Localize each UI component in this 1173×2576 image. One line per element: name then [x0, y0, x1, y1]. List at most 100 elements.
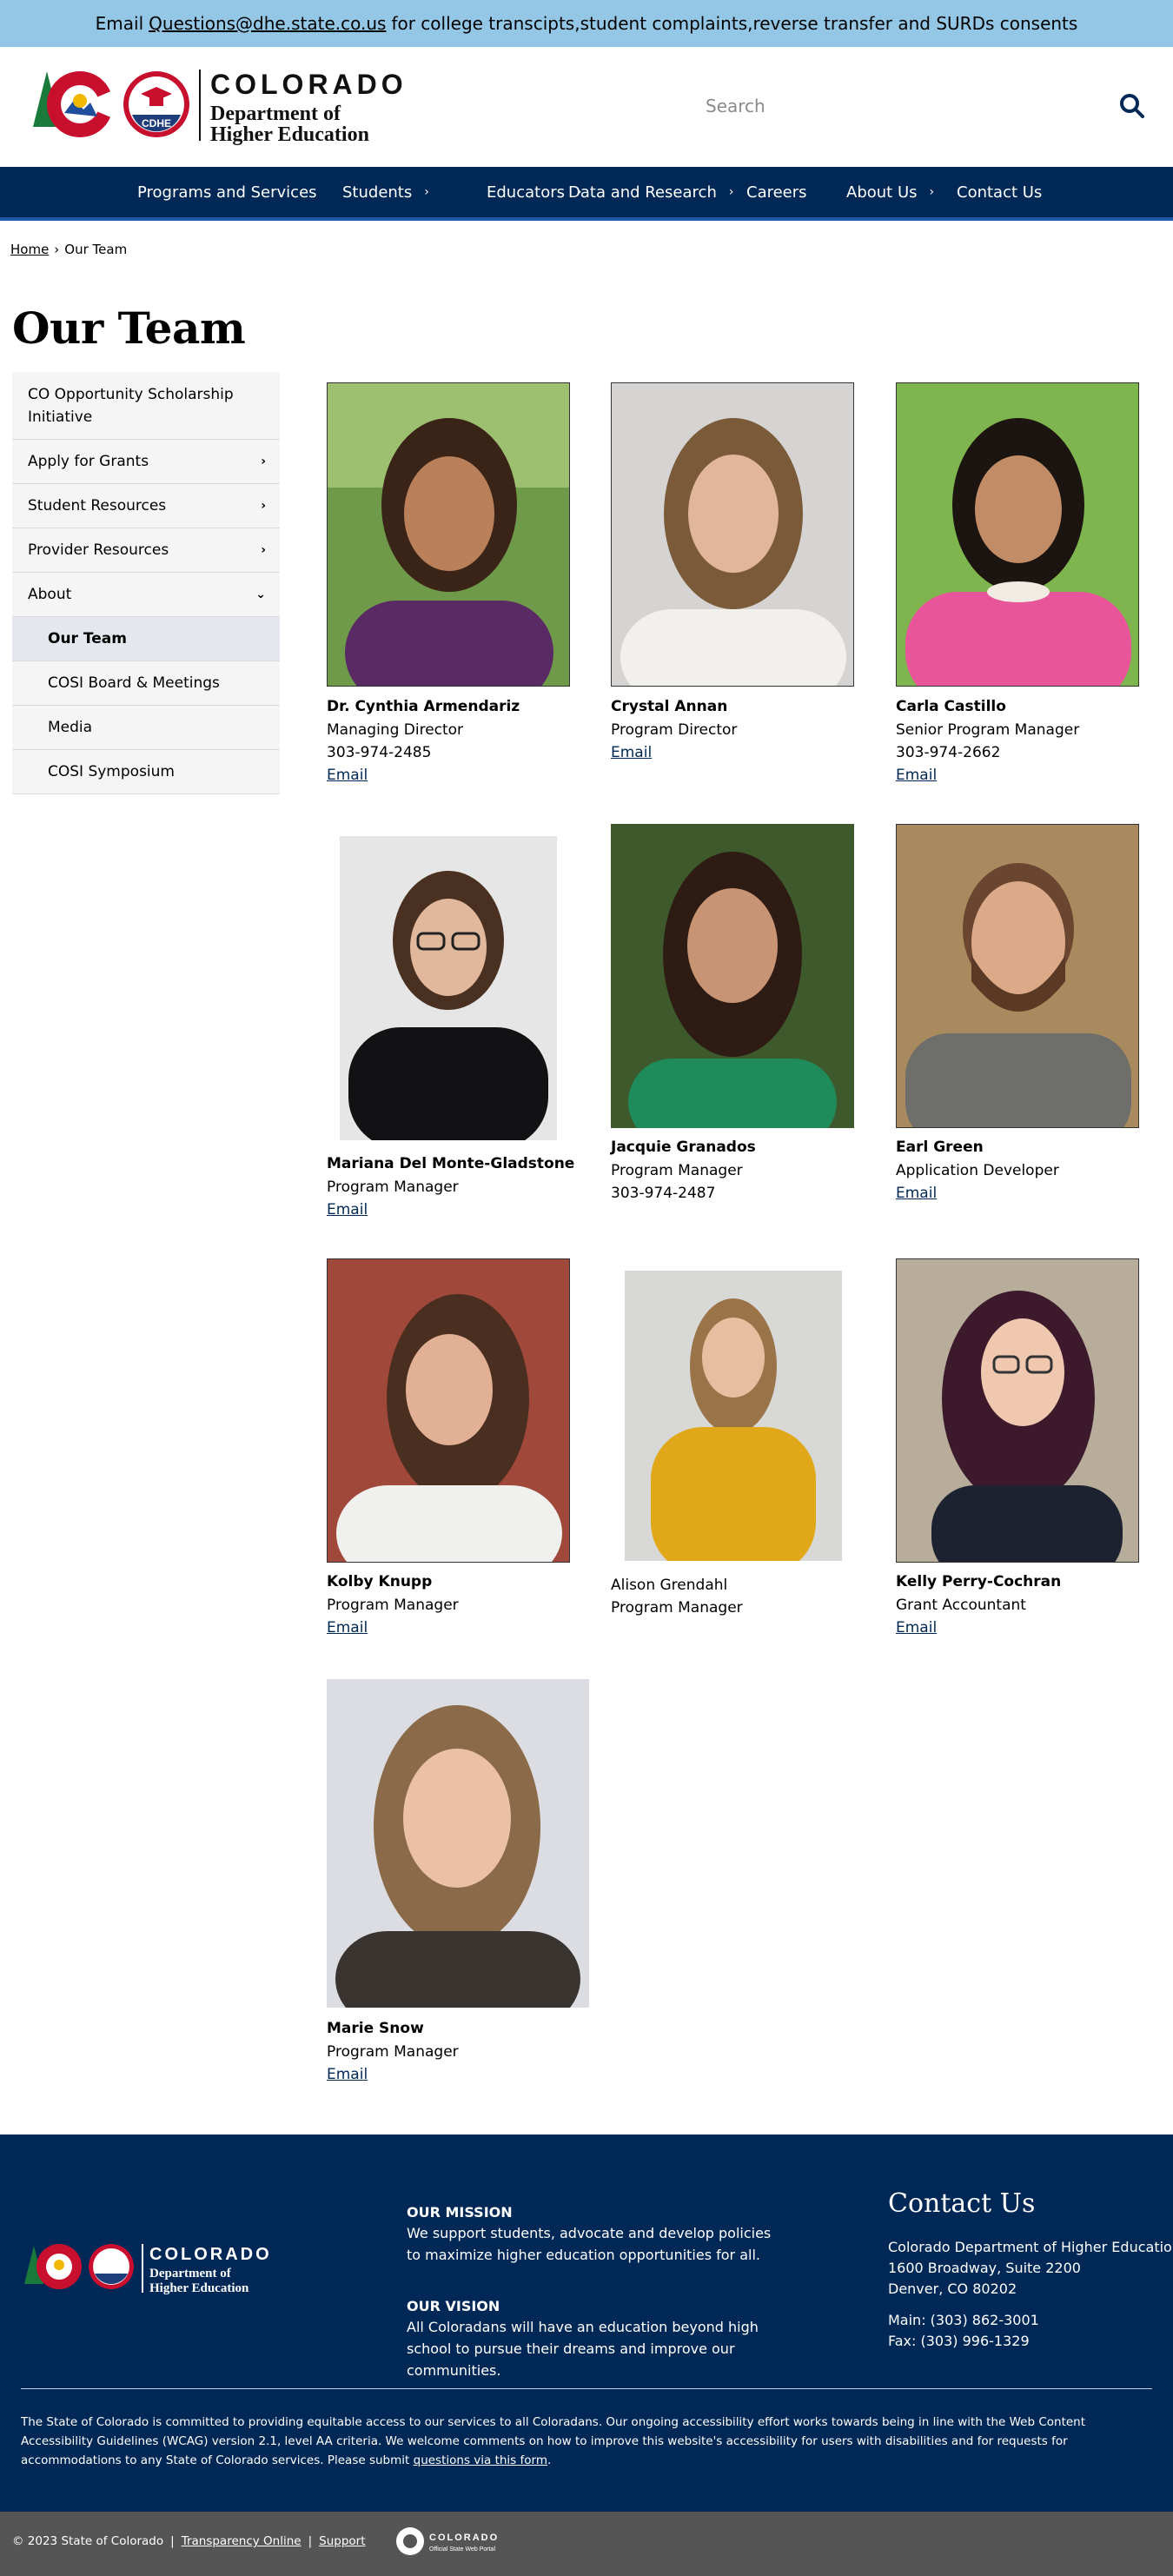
- sidebar-item-provider-resources[interactable]: Provider Resources ›: [12, 528, 280, 573]
- member-phone: 303-974-2485: [327, 744, 432, 761]
- nav-careers[interactable]: Careers: [746, 167, 807, 217]
- staff-photo: [896, 824, 1139, 1128]
- search-input[interactable]: [686, 85, 1095, 127]
- member-email-link[interactable]: Email: [611, 744, 652, 761]
- staff-photo: [327, 1679, 589, 2008]
- chevron-right-icon[interactable]: ›: [424, 185, 429, 199]
- chevron-right-icon[interactable]: ›: [930, 185, 935, 199]
- footer-contact-fax: Fax: (303) 996-1329: [888, 2333, 1030, 2349]
- member-title: Program Manager: [611, 1599, 743, 1617]
- footer-contact-city: Denver, CO 80202: [888, 2281, 1017, 2297]
- sidebar-item-apply-for-grants[interactable]: Apply for Grants ›: [12, 440, 280, 484]
- accessibility-text: The State of Colorado is committed to pr…: [21, 2415, 1086, 2467]
- logo-line-2: Higher Education: [210, 123, 369, 146]
- footer-logo-line-1: Department of: [149, 2267, 232, 2281]
- staff-photo: [625, 1271, 842, 1561]
- footer-divider: [21, 2388, 1152, 2389]
- vision-text: All Coloradans will have an education be…: [407, 2319, 759, 2379]
- sidebar-item-student-resources[interactable]: Student Resources ›: [12, 484, 280, 528]
- member-email-link[interactable]: Email: [327, 1201, 368, 1218]
- nav-contact-us[interactable]: Contact Us: [957, 167, 1042, 217]
- separator: |: [170, 2534, 175, 2548]
- search-button[interactable]: [1117, 92, 1147, 122]
- sidebar-item-media[interactable]: Media: [12, 706, 280, 750]
- bottom-bar: © 2023 State of Colorado | Transparency …: [0, 2512, 1173, 2576]
- portal-sub: Official State Web Portal: [429, 2546, 495, 2553]
- member-title: Application Developer: [896, 1162, 1059, 1179]
- member-email-link[interactable]: Email: [327, 1619, 368, 1637]
- nav-data-and-research[interactable]: Data and Research ›: [568, 167, 733, 217]
- sidebar-item-label: CO Opportunity Scholarship Initiative: [28, 385, 234, 426]
- member-email-link[interactable]: Email: [896, 1185, 937, 1202]
- mission-text: We support students, advocate and develo…: [407, 2225, 772, 2263]
- breadcrumb-separator: ›: [54, 242, 60, 257]
- member-name: Earl Green: [896, 1139, 984, 1156]
- nav-label: Educators: [487, 183, 565, 202]
- footer-logo-graphic: COLORADO Department of Higher Education: [24, 2244, 272, 2295]
- sidebar-item-label: About: [28, 586, 72, 603]
- sidebar-item-cosi-board[interactable]: COSI Board & Meetings: [12, 661, 280, 706]
- page-title: Our Team: [12, 302, 246, 354]
- member-email-link[interactable]: Email: [327, 767, 368, 784]
- member-name: Dr. Cynthia Armendariz: [327, 698, 520, 715]
- staff-photo: [611, 382, 854, 687]
- state-portal-logo[interactable]: COLORADO Official State Web Portal: [394, 2526, 516, 2557]
- sidebar-item-label: Apply for Grants: [28, 453, 149, 470]
- sidebar-item-label: Student Resources: [28, 497, 167, 515]
- accessibility-form-link[interactable]: questions via this form: [414, 2453, 547, 2467]
- nav-students[interactable]: Students ›: [342, 167, 429, 217]
- footer-contact-title: Contact Us: [888, 2188, 1036, 2219]
- footer-logo-wordmark: COLORADO: [149, 2245, 272, 2264]
- member-title: Program Director: [611, 721, 738, 739]
- mission-heading: OUR MISSION: [407, 2204, 513, 2221]
- chevron-right-icon[interactable]: ›: [261, 499, 266, 513]
- sidebar-item-cosi-symposium[interactable]: COSI Symposium: [12, 750, 280, 794]
- sidebar-item-label: Provider Resources: [28, 541, 169, 559]
- chevron-down-icon[interactable]: ⌄: [255, 588, 266, 601]
- member-name: Carla Castillo: [896, 698, 1006, 715]
- main-nav: Programs and Services Students › Educator…: [0, 167, 1173, 221]
- member-email-link[interactable]: Email: [896, 1619, 937, 1637]
- chevron-right-icon[interactable]: ›: [261, 543, 266, 557]
- logo-wordmark: COLORADO: [210, 69, 408, 100]
- breadcrumb-current: Our Team: [64, 242, 128, 257]
- member-email-link[interactable]: Email: [896, 767, 937, 784]
- nav-label: Data and Research: [568, 183, 717, 202]
- separator: |: [308, 2534, 313, 2548]
- member-title: Senior Program Manager: [896, 721, 1080, 739]
- sidebar-item-about[interactable]: About ⌄: [12, 573, 280, 617]
- member-title: Grant Accountant: [896, 1597, 1026, 1614]
- member-name: Marie Snow: [327, 2020, 424, 2037]
- sidebar-item-our-team[interactable]: Our Team: [12, 617, 280, 661]
- member-name: Jacquie Granados: [611, 1139, 756, 1156]
- nav-label: Students: [342, 183, 413, 202]
- nav-label: Careers: [746, 183, 807, 202]
- staff-photo: [896, 1258, 1139, 1563]
- cdhe-logo[interactable]: CDHE COLORADO Department of Higher Educa…: [24, 64, 424, 151]
- staff-photo: [327, 1258, 570, 1563]
- site-header: CDHE COLORADO Department of Higher Educa…: [0, 47, 1173, 167]
- footer-logo[interactable]: COLORADO Department of Higher Education: [21, 2239, 290, 2300]
- sidebar-item-cosi[interactable]: CO Opportunity Scholarship Initiative: [12, 372, 280, 440]
- sidebar-item-label: COSI Symposium: [48, 763, 175, 780]
- nav-about-us[interactable]: About Us ›: [846, 167, 934, 217]
- support-link[interactable]: Support: [319, 2534, 365, 2548]
- footer-contact-street: 1600 Broadway, Suite 2200: [888, 2260, 1081, 2276]
- breadcrumb: Home › Our Team: [10, 242, 127, 257]
- nav-label: Programs and Services: [137, 183, 317, 202]
- search-icon: [1120, 93, 1144, 118]
- chevron-right-icon[interactable]: ›: [261, 455, 266, 468]
- banner-email-link[interactable]: Questions@dhe.state.co.us: [149, 13, 386, 34]
- nav-programs-and-services[interactable]: Programs and Services: [137, 167, 317, 217]
- footer-contact-org: Colorado Department of Higher Education: [888, 2239, 1173, 2255]
- logo-badge-text: CDHE: [142, 117, 171, 129]
- accessibility-statement: The State of Colorado is committed to pr…: [21, 2413, 1150, 2470]
- breadcrumb-home[interactable]: Home: [10, 242, 49, 257]
- chevron-right-icon[interactable]: ›: [729, 185, 734, 199]
- transparency-online-link[interactable]: Transparency Online: [182, 2534, 302, 2548]
- member-email-link[interactable]: Email: [327, 2066, 368, 2083]
- member-name: Kolby Knupp: [327, 1573, 433, 1590]
- footer-contact-main: Main: (303) 862-3001: [888, 2312, 1039, 2328]
- member-title: Program Manager: [327, 2043, 459, 2061]
- logo-line-1: Department of: [210, 103, 341, 125]
